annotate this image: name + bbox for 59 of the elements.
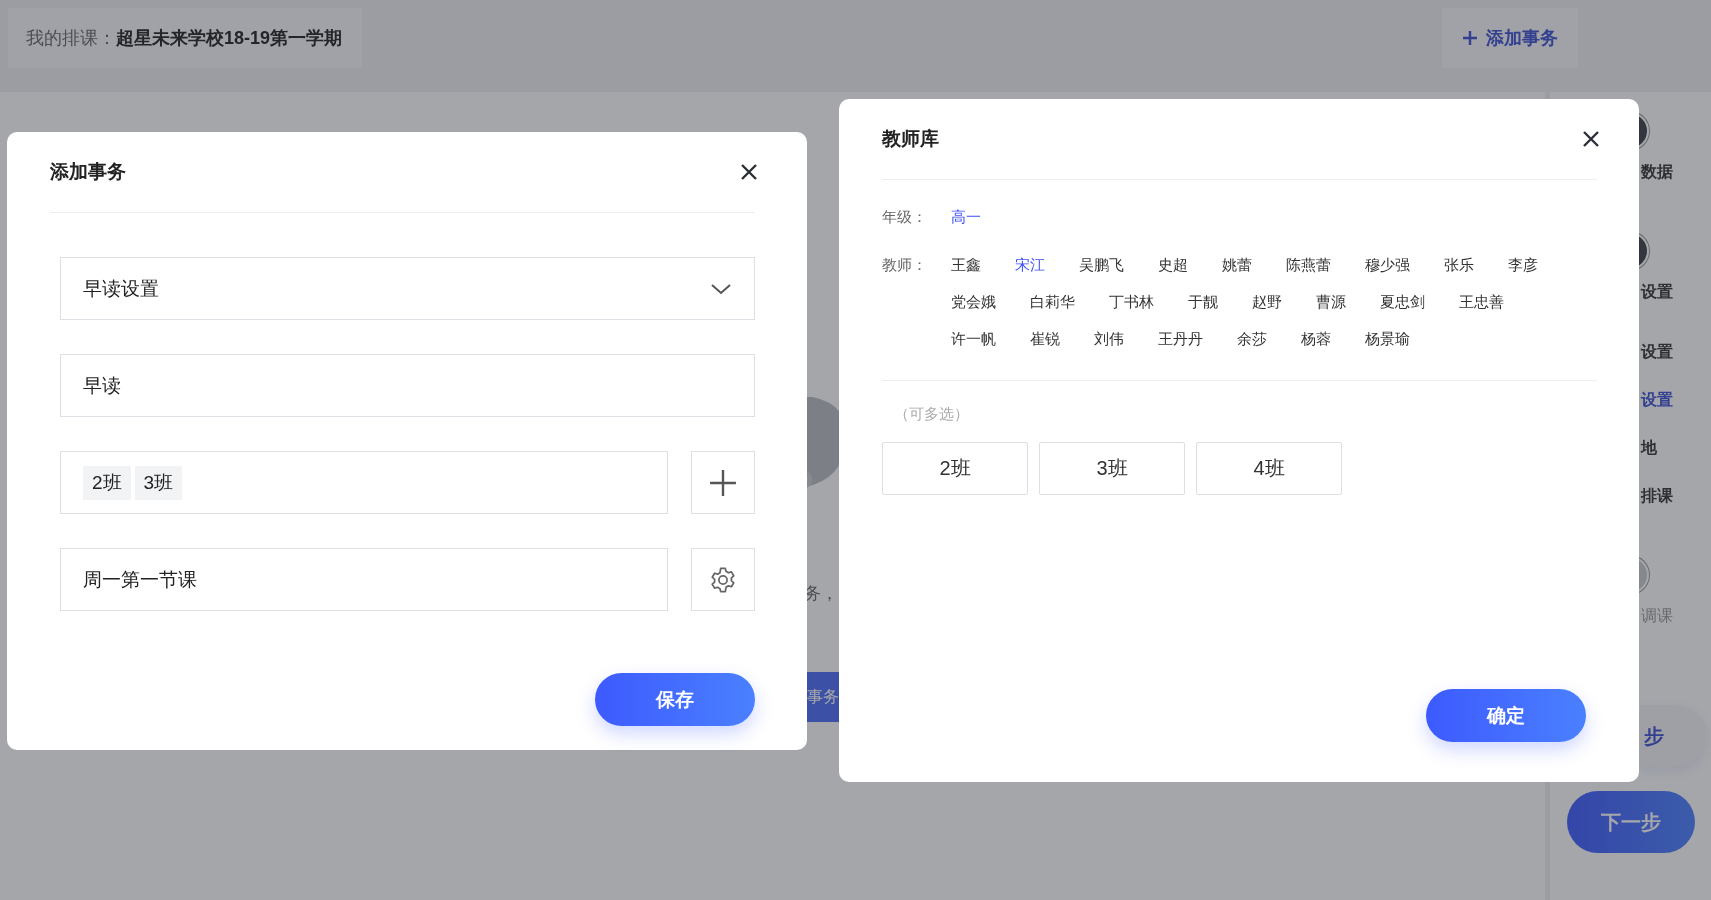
save-button[interactable]: 保存: [595, 673, 755, 726]
sidebar-item[interactable]: 数据: [1641, 162, 1673, 182]
teacher-option[interactable]: 党会娥: [951, 291, 996, 313]
class-tag: 3班: [134, 465, 183, 500]
teacher-option[interactable]: 丁书林: [1109, 291, 1154, 313]
teacher-option[interactable]: 王忠善: [1459, 291, 1504, 313]
plus-icon: [1462, 30, 1478, 46]
teacher-option[interactable]: 姚蕾: [1222, 254, 1252, 276]
class-tag: 2班: [83, 465, 131, 500]
class-option[interactable]: 3班: [1039, 442, 1185, 495]
teacher-option[interactable]: 夏忠剑: [1380, 291, 1425, 313]
confirm-button[interactable]: 确定: [1426, 689, 1586, 742]
time-input[interactable]: 周一第一节课: [60, 548, 668, 611]
class-option[interactable]: 2班: [882, 442, 1028, 495]
teacher-option[interactable]: 张乐: [1444, 254, 1474, 276]
sidebar-item[interactable]: 设置: [1641, 390, 1673, 410]
class-field[interactable]: 2班 3班: [60, 451, 668, 514]
settings-button[interactable]: [691, 548, 755, 611]
teacher-option[interactable]: 赵野: [1252, 291, 1282, 313]
sidebar-item[interactable]: 设置: [1641, 282, 1673, 302]
previous-button[interactable]: 步: [1640, 705, 1706, 767]
teacher-option[interactable]: 刘伟: [1094, 328, 1124, 350]
add-class-button[interactable]: [691, 451, 755, 514]
type-select[interactable]: 早读设置: [60, 257, 755, 320]
teacher-option[interactable]: 陈燕蕾: [1286, 254, 1331, 276]
close-icon[interactable]: [739, 162, 759, 182]
teacher-option[interactable]: 曹源: [1316, 291, 1346, 313]
teacher-option[interactable]: 穆少强: [1365, 254, 1410, 276]
teacher-option[interactable]: 王丹丹: [1158, 328, 1203, 350]
header-label: 我的排课：: [26, 27, 116, 50]
name-input[interactable]: 早读: [60, 354, 755, 417]
add-task-button[interactable]: 添加事务: [1442, 8, 1578, 68]
teacher-option[interactable]: 崔锐: [1030, 328, 1060, 350]
teacher-option[interactable]: 王鑫: [951, 254, 981, 276]
multi-select-hint: （可多选）: [894, 405, 969, 424]
class-option[interactable]: 4班: [1196, 442, 1342, 495]
settings-icon: [709, 565, 737, 594]
grade-option[interactable]: 高一: [951, 206, 981, 228]
teacher-label: 教师：: [882, 255, 928, 275]
teacher-option[interactable]: 杨景瑜: [1365, 328, 1410, 350]
teacher-option[interactable]: 吴鹏飞: [1079, 254, 1124, 276]
dialog-title: 添加事务: [50, 160, 126, 184]
teacher-option[interactable]: 宋江: [1015, 254, 1045, 276]
teacher-option[interactable]: 杨蓉: [1301, 328, 1331, 350]
chevron-down-icon: [710, 282, 732, 295]
teacher-option[interactable]: 白莉华: [1030, 291, 1075, 313]
teacher-option[interactable]: 史超: [1158, 254, 1188, 276]
plus-icon: [709, 468, 737, 497]
teacher-option[interactable]: 余莎: [1237, 328, 1267, 350]
term-title: 超星未来学校18-19第一学期: [116, 27, 343, 50]
close-icon[interactable]: [1581, 129, 1601, 149]
teacher-option[interactable]: 许一帆: [951, 328, 996, 350]
sidebar-item[interactable]: 设置: [1641, 342, 1673, 362]
teacher-option[interactable]: 李彦: [1508, 254, 1538, 276]
grade-label: 年级：: [882, 207, 928, 227]
sidebar-item[interactable]: 地: [1641, 438, 1657, 458]
sidebar-item[interactable]: 排课: [1641, 486, 1673, 506]
dialog-title: 教师库: [882, 127, 939, 151]
teacher-option[interactable]: 于靓: [1188, 291, 1218, 313]
